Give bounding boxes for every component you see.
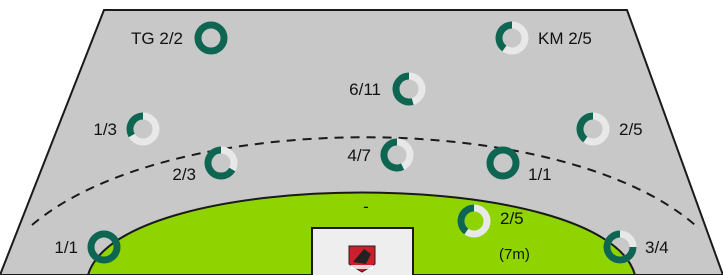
shot-label: 6/11 (349, 80, 381, 99)
shot-label: KM 2/5 (538, 29, 592, 48)
shot-label: 3/4 (645, 238, 669, 257)
shot-label: 2/3 (172, 165, 196, 184)
shot-label: TG 2/2 (131, 29, 183, 48)
team-logo (348, 245, 376, 273)
shot-label: 1/1 (528, 165, 552, 184)
handball-court: - TG 2/2 KM 2/5 6/11 1/3 2/5 2/3 4/7 1/1 1/1 2/5 (… (0, 9, 723, 275)
shot-label: 2/5 (500, 209, 524, 228)
shot-sublabel: (7m) (499, 246, 530, 263)
shot-label: 2/5 (619, 120, 643, 139)
shot-label: 4/7 (347, 146, 371, 165)
shot-label: 1/3 (93, 120, 117, 139)
shot-label: 1/1 (54, 238, 78, 257)
goal-score-label: - (363, 197, 369, 216)
